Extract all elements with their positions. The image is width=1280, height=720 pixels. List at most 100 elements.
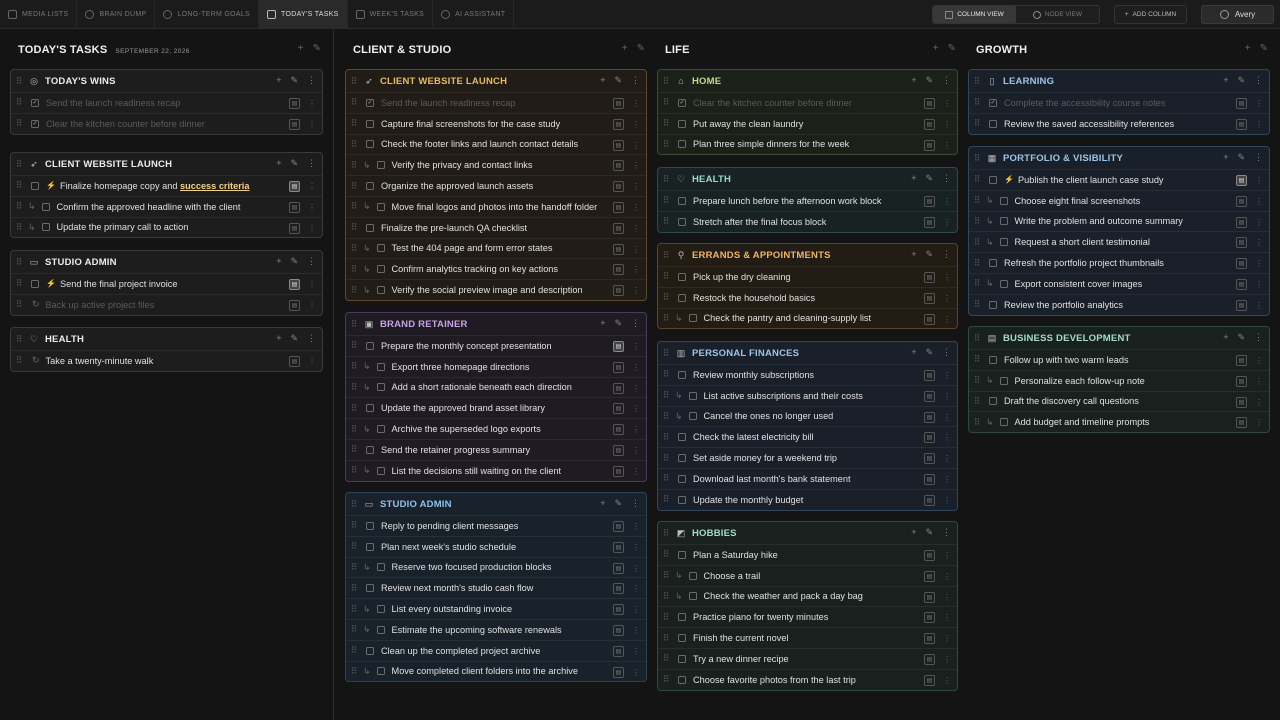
task-checkbox[interactable] — [989, 355, 997, 364]
add-group-icon[interactable]: + — [933, 43, 939, 54]
tab-todays-tasks[interactable]: TODAY'S TASKS — [259, 0, 348, 29]
task-checkbox[interactable] — [376, 265, 385, 274]
drag-handle-icon[interactable]: ⠿ — [972, 354, 982, 365]
group-title[interactable]: HOME — [692, 76, 721, 87]
more-icon[interactable]: ⋮ — [632, 467, 640, 476]
drag-handle-icon[interactable]: ⠿ — [661, 432, 671, 443]
clipboard-icon[interactable]: ▤ — [924, 591, 935, 603]
more-icon[interactable]: ⋮ — [632, 446, 640, 455]
more-icon[interactable]: ⋮ — [943, 496, 951, 505]
more-icon[interactable]: ⋮ — [1254, 75, 1263, 86]
task-text[interactable]: Request a short client testimonial — [1015, 237, 1150, 247]
drag-handle-icon[interactable]: ⠿ — [349, 499, 359, 510]
clipboard-icon[interactable]: ▤ — [289, 222, 300, 234]
tab-brain-dump[interactable]: BRAIN DUMP — [77, 0, 156, 29]
more-icon[interactable]: ⋮ — [943, 634, 951, 643]
more-icon[interactable]: ⋮ — [308, 280, 316, 289]
clipboard-icon[interactable]: ▤ — [1236, 299, 1247, 311]
more-icon[interactable]: ⋮ — [942, 75, 951, 86]
drag-handle-icon[interactable]: ⠿ — [972, 237, 982, 248]
edit-icon[interactable]: ✎ — [1260, 43, 1268, 54]
task-text[interactable]: Archive the superseded logo exports — [392, 424, 541, 434]
more-icon[interactable]: ⋮ — [943, 413, 951, 422]
more-icon[interactable]: ⋮ — [632, 425, 640, 434]
task-text[interactable]: Check the pantry and cleaning-supply lis… — [704, 313, 872, 323]
more-icon[interactable]: ⋮ — [943, 141, 951, 150]
drag-handle-icon[interactable]: ⠿ — [661, 653, 671, 664]
task-text[interactable]: Reply to pending client messages — [381, 521, 518, 531]
task-checkbox[interactable] — [376, 362, 385, 371]
task-checkbox[interactable]: ✓ — [678, 98, 686, 107]
task-checkbox[interactable] — [376, 625, 385, 634]
more-icon[interactable]: ⋮ — [307, 256, 316, 267]
more-icon[interactable]: ⋮ — [943, 120, 951, 129]
edit-icon[interactable]: ✎ — [925, 347, 933, 358]
task-text[interactable]: Send the retainer progress summary — [381, 445, 530, 455]
more-icon[interactable]: ⋮ — [308, 357, 316, 366]
clipboard-icon[interactable]: ▤ — [289, 201, 300, 213]
drag-handle-icon[interactable]: ⠿ — [14, 180, 24, 191]
task-checkbox[interactable] — [366, 584, 374, 593]
drag-handle-icon[interactable]: ⠿ — [661, 473, 671, 484]
clipboard-icon[interactable]: ▤ — [924, 550, 935, 561]
edit-icon[interactable]: ✎ — [614, 318, 622, 329]
more-icon[interactable]: ⋮ — [632, 342, 640, 351]
task-checkbox[interactable] — [678, 217, 686, 226]
task-text[interactable]: Choose a trail — [704, 571, 761, 581]
drag-handle-icon[interactable]: ⠿ — [661, 139, 671, 150]
task-text[interactable]: Send the launch readiness recap — [381, 98, 515, 108]
more-icon[interactable]: ⋮ — [1254, 332, 1263, 343]
drag-handle-icon[interactable]: ⠿ — [349, 319, 359, 330]
add-task-icon[interactable]: + — [600, 75, 605, 86]
edit-icon[interactable]: ✎ — [1237, 332, 1245, 343]
task-checkbox[interactable] — [366, 341, 374, 350]
clipboard-icon[interactable]: ▤ — [613, 666, 624, 678]
task-text[interactable]: Stretch after the final focus block — [693, 217, 826, 227]
task-text[interactable]: Download last month's bank statement — [693, 474, 851, 484]
task-checkbox[interactable] — [376, 667, 385, 676]
task-checkbox[interactable] — [366, 521, 374, 530]
task-checkbox[interactable] — [41, 202, 50, 211]
group-title[interactable]: LEARNING — [1003, 76, 1054, 87]
more-icon[interactable]: ⋮ — [942, 249, 951, 260]
task-checkbox[interactable] — [376, 202, 385, 211]
more-icon[interactable]: ⋮ — [1255, 377, 1263, 386]
task-checkbox[interactable] — [678, 675, 686, 684]
more-icon[interactable]: ⋮ — [632, 224, 640, 233]
clipboard-icon[interactable]: ▤ — [924, 292, 935, 304]
drag-handle-icon[interactable]: ⠿ — [972, 97, 982, 108]
task-checkbox[interactable] — [678, 140, 686, 149]
clipboard-icon[interactable]: ▤ — [924, 473, 935, 485]
drag-handle-icon[interactable]: ⠿ — [661, 97, 671, 108]
drag-handle-icon[interactable]: ⠿ — [349, 382, 359, 393]
add-task-icon[interactable]: + — [911, 527, 916, 538]
drag-handle-icon[interactable]: ⠿ — [972, 195, 982, 206]
task-checkbox[interactable] — [989, 175, 997, 184]
group-title[interactable]: PORTFOLIO & VISIBILITY — [1003, 153, 1123, 164]
task-checkbox[interactable] — [31, 279, 39, 288]
edit-icon[interactable]: ✎ — [1237, 75, 1245, 86]
task-checkbox[interactable] — [678, 613, 686, 622]
task-checkbox[interactable] — [376, 425, 385, 434]
task-checkbox[interactable] — [376, 286, 385, 295]
drag-handle-icon[interactable]: ⠿ — [14, 355, 24, 366]
more-icon[interactable]: ⋮ — [1255, 280, 1263, 289]
add-group-icon[interactable]: + — [1245, 43, 1251, 54]
more-icon[interactable]: ⋮ — [943, 294, 951, 303]
more-icon[interactable]: ⋮ — [943, 99, 951, 108]
drag-handle-icon[interactable]: ⠿ — [349, 541, 359, 552]
more-icon[interactable]: ⋮ — [632, 245, 640, 254]
add-task-icon[interactable]: + — [911, 249, 916, 260]
clipboard-icon[interactable]: ▤ — [613, 222, 624, 234]
clipboard-icon[interactable]: ▤ — [613, 562, 624, 574]
add-task-icon[interactable]: + — [911, 75, 916, 86]
task-text[interactable]: Complete the accessibility course notes — [1004, 98, 1165, 108]
drag-handle-icon[interactable]: ⠿ — [14, 278, 24, 289]
drag-handle-icon[interactable]: ⠿ — [661, 612, 671, 623]
drag-handle-icon[interactable]: ⠿ — [349, 285, 359, 296]
clipboard-icon[interactable]: ▤ — [613, 201, 624, 213]
drag-handle-icon[interactable]: ⠿ — [349, 645, 359, 656]
more-icon[interactable]: ⋮ — [1254, 152, 1263, 163]
task-checkbox[interactable] — [678, 454, 686, 463]
clipboard-icon[interactable]: ▤ — [1236, 278, 1247, 290]
